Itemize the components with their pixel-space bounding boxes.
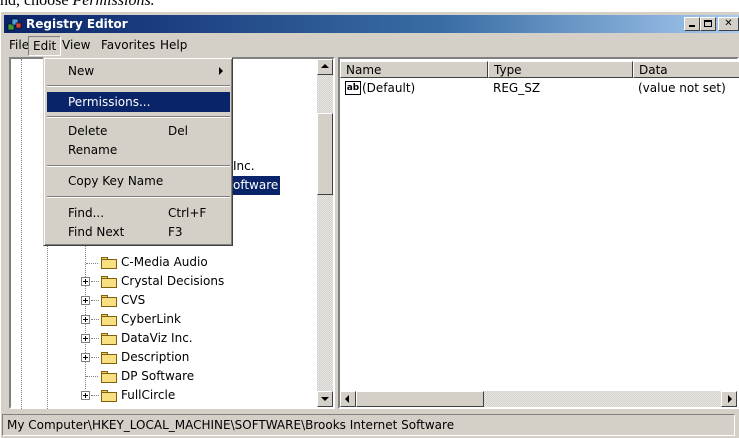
arrow-up-icon: [321, 64, 329, 68]
tree-line: [86, 376, 98, 378]
menu-item-label: Find...: [68, 206, 105, 220]
folder-icon: [101, 371, 117, 383]
arrow-left-icon: [345, 395, 349, 403]
menu-separator: [47, 116, 230, 118]
folder-icon: [101, 276, 117, 288]
scroll-down-button[interactable]: [317, 391, 333, 407]
expand-icon[interactable]: [81, 391, 90, 400]
menu-item-label: Permissions...: [68, 95, 151, 109]
close-button[interactable]: ✕: [718, 17, 739, 31]
menu-item-delete[interactable]: Delete Del: [47, 121, 230, 141]
tree-item-selected[interactable]: oftware: [231, 176, 281, 195]
caption-prefix: nd, choose: [0, 0, 73, 9]
expand-icon[interactable]: [81, 334, 90, 343]
value-type: REG_SZ: [493, 81, 541, 95]
expand-icon[interactable]: [81, 315, 90, 324]
menu-item-label: New: [68, 64, 95, 78]
expand-icon[interactable]: [81, 296, 90, 305]
window-title: Registry Editor: [26, 17, 128, 31]
caption-text: nd, choose Permissions.: [0, 0, 155, 9]
scroll-up-button[interactable]: [317, 59, 333, 75]
menu-item-new[interactable]: New: [47, 61, 230, 81]
menu-separator: [47, 196, 230, 198]
menu-item-shortcut: F3: [168, 225, 183, 239]
status-path: My Computer\HKEY_LOCAL_MACHINE\SOFTWARE\…: [2, 414, 735, 436]
menu-item-rename[interactable]: Rename: [47, 140, 230, 160]
tree-item-label[interactable]: Crystal Decisions: [121, 272, 224, 291]
maximize-button[interactable]: [700, 17, 716, 31]
tree-vertical-scrollbar[interactable]: [317, 59, 333, 407]
folder-icon: [101, 257, 117, 269]
tree-line: [91, 338, 99, 340]
menu-item-find-next[interactable]: Find Next F3: [47, 222, 230, 242]
menu-favorites[interactable]: Favorites: [97, 35, 159, 55]
column-header-type[interactable]: Type: [488, 61, 633, 78]
submenu-arrow-icon: [219, 67, 223, 75]
menu-item-shortcut: Del: [168, 124, 188, 138]
scroll-left-button[interactable]: [340, 391, 356, 407]
status-bar: My Computer\HKEY_LOCAL_MACHINE\SOFTWARE\…: [0, 412, 739, 438]
menu-edit[interactable]: Edit: [28, 36, 62, 56]
tree-line: [91, 357, 99, 359]
tree-line: [21, 59, 23, 409]
folder-icon: [101, 295, 117, 307]
column-header-data[interactable]: Data: [633, 61, 739, 78]
tree-line: [91, 281, 99, 283]
tree-item-label[interactable]: CyberLink: [121, 310, 181, 329]
caption-emphasis: Permissions.: [72, 0, 155, 9]
menu-separator: [47, 165, 230, 167]
menu-item-copy-key-name[interactable]: Copy Key Name: [47, 171, 230, 191]
string-value-icon: ab: [345, 81, 361, 95]
tree-item-label[interactable]: DP Software: [121, 367, 194, 386]
registry-editor-icon: [7, 18, 22, 31]
tree-item-label[interactable]: DataViz Inc.: [121, 329, 193, 348]
close-icon: ✕: [724, 18, 733, 29]
menu-item-shortcut: Ctrl+F: [168, 206, 207, 220]
list-scroll-thumb[interactable]: [356, 391, 484, 407]
menu-item-label: Delete: [68, 124, 108, 138]
folder-icon: [101, 352, 117, 364]
expand-icon[interactable]: [81, 353, 90, 362]
maximize-icon: [704, 20, 712, 27]
menu-bar: File Edit View Favorites Help: [4, 35, 739, 56]
menu-view[interactable]: View: [58, 35, 94, 55]
menu-item-label: Find Next: [68, 225, 125, 239]
tree-item-partial[interactable]: Inc.: [233, 157, 255, 176]
menu-item-label: Copy Key Name: [68, 174, 164, 188]
menu-help[interactable]: Help: [156, 35, 191, 55]
tree-scroll-thumb[interactable]: [317, 113, 333, 195]
folder-icon: [101, 390, 117, 402]
menu-item-permissions[interactable]: Permissions...: [47, 92, 230, 112]
tree-item-label[interactable]: C-Media Audio: [121, 253, 208, 272]
minimize-icon: [689, 25, 695, 27]
tree-item-label[interactable]: Description: [121, 348, 189, 367]
tree-item-label[interactable]: FullCircle: [121, 386, 175, 405]
value-data: (value not set): [638, 81, 726, 95]
menu-item-find[interactable]: Find... Ctrl+F: [47, 203, 230, 223]
tree-line: [91, 300, 99, 302]
title-bar[interactable]: Registry Editor: [4, 15, 739, 33]
edit-menu-dropdown: New Permissions... Delete Del Rename Cop…: [43, 57, 233, 246]
tree-item-label[interactable]: CVS: [121, 291, 145, 310]
tree-line: [91, 319, 99, 321]
expand-icon[interactable]: [81, 277, 90, 286]
menu-item-label: Rename: [68, 143, 118, 157]
scroll-right-button[interactable]: [721, 391, 737, 407]
column-header-name[interactable]: Name: [340, 61, 488, 78]
menu-separator: [47, 85, 230, 87]
value-name[interactable]: (Default): [362, 80, 415, 97]
minimize-button[interactable]: [684, 17, 700, 31]
values-list-pane[interactable]: Name Type Data ab (Default) REG_SZ (valu…: [338, 57, 739, 409]
arrow-down-icon: [321, 397, 329, 401]
tree-line: [91, 395, 99, 397]
arrow-right-icon: [728, 395, 732, 403]
tree-line: [86, 263, 98, 265]
folder-icon: [101, 314, 117, 326]
folder-icon: [101, 333, 117, 345]
